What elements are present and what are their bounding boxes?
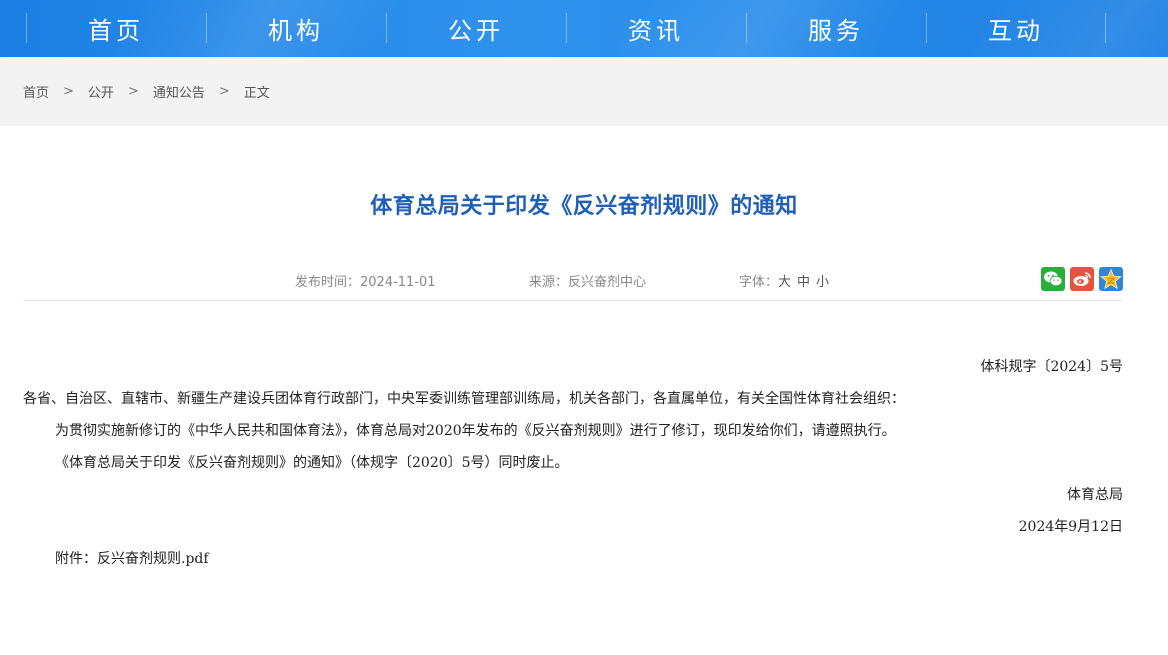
issue-date: 2024年9月12日 <box>1018 519 1123 535</box>
weibo-icon <box>1073 272 1091 286</box>
signature: 体育总局 <box>1067 487 1123 503</box>
qzone-icon <box>1100 268 1122 290</box>
addressee: 各省、自治区、直辖市、新疆生产建设兵团体育行政部门，中央军委训练管理部训练局，机… <box>23 391 905 407</box>
publish-label: 发布时间： <box>295 275 361 290</box>
font-size-small[interactable]: 小 <box>816 275 829 290</box>
page-title: 体育总局关于印发《反兴奋剂规则》的通知 <box>370 194 798 219</box>
breadcrumb-separator: > <box>63 84 74 99</box>
breadcrumb: 首页 > 公开 > 通知公告 > 正文 <box>23 57 270 126</box>
publish-info: 发布时间：2024-11-01 <box>295 271 436 290</box>
font-size-label: 字体： <box>739 275 779 290</box>
breadcrumb-bar: 首页 > 公开 > 通知公告 > 正文 <box>0 57 1168 126</box>
nav-item-news[interactable]: 资讯 <box>566 0 746 57</box>
top-navigation: 首页 机构 公开 资讯 服务 互动 <box>0 0 1168 57</box>
wechat-share-button[interactable] <box>1041 267 1065 291</box>
breadcrumb-current: 正文 <box>243 86 270 101</box>
breadcrumb-public[interactable]: 公开 <box>88 82 114 101</box>
breadcrumb-notices[interactable]: 通知公告 <box>153 82 205 101</box>
breadcrumb-separator: > <box>127 84 139 99</box>
nav-item-home[interactable]: 首页 <box>26 0 206 57</box>
share-buttons <box>1041 267 1123 291</box>
weibo-share-button[interactable] <box>1070 267 1094 291</box>
document-number: 体科规字〔2024〕5号 <box>980 359 1123 375</box>
nav-item-public[interactable]: 公开 <box>386 0 566 57</box>
nav-items: 首页 机构 公开 资讯 服务 互动 <box>26 0 1106 57</box>
source-label: 来源： <box>529 275 569 290</box>
wechat-icon <box>1044 271 1063 287</box>
article-meta: 发布时间：2024-11-01 来源：反兴奋剂中心 字体：大中小 <box>23 262 1123 301</box>
attachment: 附件：反兴奋剂规则.pdf <box>23 548 1155 568</box>
qzone-share-button[interactable] <box>1099 267 1123 291</box>
nav-item-organization[interactable]: 机构 <box>206 0 386 57</box>
publish-date: 2024-11-01 <box>360 275 436 290</box>
font-size-medium[interactable]: 中 <box>797 275 810 290</box>
font-size-control: 字体：大中小 <box>739 271 829 290</box>
nav-item-interaction[interactable]: 互动 <box>926 0 1106 57</box>
attachment-link[interactable]: 反兴奋剂规则.pdf <box>97 551 209 567</box>
source-value: 反兴奋剂中心 <box>568 275 647 290</box>
nav-item-services[interactable]: 服务 <box>746 0 926 57</box>
paragraph: 《体育总局关于印发《反兴奋剂规则》的通知》（体规字〔2020〕5号）同时废止。 <box>55 455 569 471</box>
source-info: 来源：反兴奋剂中心 <box>529 271 646 290</box>
attachment-label: 附件： <box>55 551 97 567</box>
paragraph: 为贯彻实施新修订的《中华人民共和国体育法》，体育总局对2020年发布的《反兴奋剂… <box>55 423 896 439</box>
font-size-large[interactable]: 大 <box>778 275 791 290</box>
breadcrumb-home[interactable]: 首页 <box>23 82 49 101</box>
breadcrumb-separator: > <box>218 84 230 99</box>
